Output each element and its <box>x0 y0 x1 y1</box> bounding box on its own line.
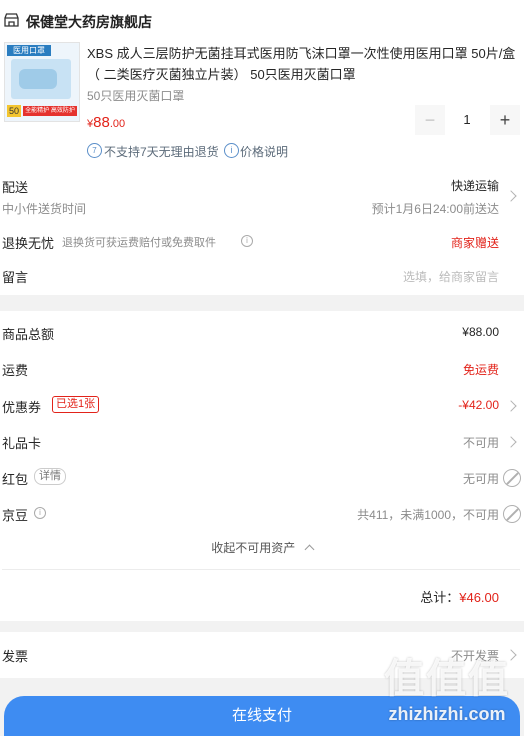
product-spec: 50只医用灭菌口罩 <box>87 89 185 103</box>
coupon-badge: 已选1张 <box>52 396 100 413</box>
product-title[interactable]: XBS 成人三层防护无菌挂耳式医用防飞沫口罩一次性使用医用口罩 50片/盒（ 二… <box>87 43 519 85</box>
info-icon: i <box>224 143 239 158</box>
chevron-up-icon <box>304 544 315 555</box>
coupon-label: 优惠券 <box>2 400 42 415</box>
giftcard-row[interactable]: 礼品卡 不可用 <box>0 429 524 455</box>
redpacket-row[interactable]: 红包 详情 无可用 <box>0 465 524 491</box>
goods-total-label: 商品总额 <box>2 327 55 342</box>
price-integer: 88 <box>93 114 110 131</box>
worry-free-value: 商家赠送 <box>450 236 499 250</box>
minus-button[interactable]: − <box>415 105 445 135</box>
coupon-row[interactable]: 优惠券 已选1张 -¥42.00 <box>0 393 524 419</box>
quantity-stepper: − 1 + <box>415 105 520 135</box>
chevron-right-icon <box>505 400 517 412</box>
message-row[interactable]: 留言 选填，给商家留言 <box>0 264 524 288</box>
collapse-toggle[interactable]: 收起不可用资产 <box>0 539 524 561</box>
redpacket-label: 红包 <box>2 472 29 487</box>
freight-value: 免运费 <box>462 363 499 377</box>
giftcard-value: 不可用 <box>462 436 499 450</box>
chevron-right-icon <box>505 190 517 202</box>
worry-free-desc: 退换货可获运费赔付或免费取件 <box>62 237 216 249</box>
no-return-text: 不支持7天无理由退货 <box>104 145 219 159</box>
invoice-value: 不开发票 <box>450 649 499 663</box>
delivery-method: 快递运输 <box>450 179 499 193</box>
order-total: 总计：¥46.00 <box>420 587 499 606</box>
message-label: 留言 <box>2 270 29 285</box>
thumb-label-top: 医用口罩 <box>7 45 51 56</box>
thumb-label-bottom: 全能精护 高效防护 <box>23 106 77 116</box>
info-icon: i <box>34 507 46 519</box>
worry-free-label: 退换无忧 <box>2 236 55 251</box>
no-return-icon: 7 <box>87 143 102 158</box>
jingdou-value: 共411，未满1000，不可用 <box>357 508 499 522</box>
price-decimal: .00 <box>109 118 126 130</box>
delivery-label: 配送 <box>2 180 29 195</box>
total-value: ¥46.00 <box>459 590 499 605</box>
invoice-card[interactable]: 发票 不开发票 <box>0 632 524 678</box>
divider <box>2 569 520 570</box>
unavailable-icon <box>503 469 521 487</box>
plus-button[interactable]: + <box>490 105 520 135</box>
jingdou-label: 京豆 <box>2 508 29 523</box>
price-note-link[interactable]: 价格说明 <box>240 143 288 160</box>
pay-button[interactable]: 在线支付 <box>4 696 520 736</box>
chevron-right-icon <box>505 649 517 661</box>
quantity-input[interactable]: 1 <box>447 105 487 135</box>
redpacket-value: 无可用 <box>462 472 499 486</box>
freight-label: 运费 <box>2 363 29 378</box>
giftcard-label: 礼品卡 <box>2 436 42 451</box>
worry-free-row[interactable]: 退换无忧 退换货可获运费赔付或免费取件 i 商家赠送 <box>0 230 524 254</box>
message-input[interactable]: 选填，给商家留言 <box>403 268 499 285</box>
thumb-qty: 50 <box>7 105 21 117</box>
order-card: 保健堂大药房旗舰店 医用口罩 50 全能精护 高效防护 XBS 成人三层防护无菌… <box>0 0 524 295</box>
coupon-value: -¥42.00 <box>458 398 499 412</box>
summary-card: 商品总额 ¥88.00 运费 免运费 优惠券 已选1张 -¥42.00 礼品卡 … <box>0 311 524 621</box>
goods-total-value: ¥88.00 <box>462 325 499 339</box>
delivery-row[interactable]: 配送 快递运输 中小件送货时间 预计1月6日24:00前送达 <box>0 172 524 220</box>
delivery-sub-label: 中小件送货时间 <box>2 202 87 216</box>
mask-shape <box>19 69 57 89</box>
chevron-right-icon <box>505 436 517 448</box>
redpacket-detail-button[interactable]: 详情 <box>34 468 66 485</box>
store-name[interactable]: 保健堂大药房旗舰店 <box>26 12 152 32</box>
delivery-eta: 预计1月6日24:00前送达 <box>371 202 499 216</box>
jingdou-row[interactable]: 京豆 i 共411，未满1000，不可用 <box>0 501 524 527</box>
info-icon: i <box>241 235 253 247</box>
store-icon <box>4 13 19 27</box>
unavailable-icon <box>503 505 521 523</box>
invoice-label: 发票 <box>2 649 29 664</box>
product-thumbnail[interactable]: 医用口罩 50 全能精护 高效防护 <box>4 42 80 122</box>
collapse-label: 收起不可用资产 <box>211 541 296 555</box>
product-price: ¥88.00 <box>87 114 125 132</box>
total-label: 总计： <box>420 590 460 605</box>
